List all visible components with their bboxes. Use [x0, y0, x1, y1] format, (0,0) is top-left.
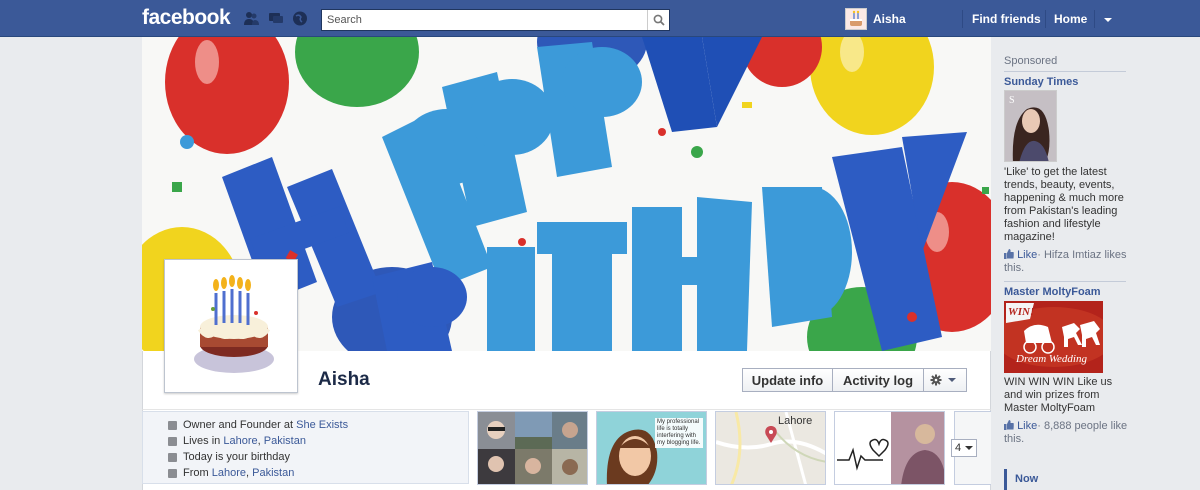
search-button[interactable]	[647, 10, 669, 30]
home-link[interactable]: Home	[1054, 12, 1087, 26]
nav-divider	[1094, 10, 1095, 28]
likes-tile[interactable]	[834, 411, 945, 485]
lives-country-link[interactable]: Pakistan	[264, 435, 306, 447]
work-link[interactable]: She Exists	[296, 419, 348, 431]
settings-dropdown-button[interactable]	[923, 368, 967, 392]
profile-picture[interactable]	[164, 259, 298, 393]
profile-name[interactable]: Aisha	[318, 369, 370, 391]
settings-gear-icon	[930, 374, 956, 386]
from-country-link[interactable]: Pakistan	[252, 467, 294, 479]
about-work: Owner and Founder at She Exists	[168, 418, 348, 432]
birthday-cake-image	[168, 263, 294, 389]
ad2-image-badge: WIN!	[1008, 306, 1035, 318]
sponsored-heading: Sponsored	[1004, 55, 1058, 67]
about-birthday: Today is your birthday	[168, 450, 290, 464]
notes-tile[interactable]: My professional life is totally interfer…	[596, 411, 707, 485]
search-box	[321, 9, 670, 31]
user-nav-profile[interactable]: Aisha	[845, 8, 906, 30]
home-icon	[168, 468, 177, 478]
account-menu-dropdown-icon[interactable]	[1101, 11, 1115, 27]
update-info-button[interactable]: Update info	[742, 368, 833, 392]
about-lives: Lives in Lahore, Pakistan	[168, 434, 306, 448]
about-from: From Lahore, Pakistan	[168, 466, 294, 480]
notes-text: My professional life is totally interfer…	[657, 419, 701, 446]
friends-tile[interactable]	[477, 411, 588, 485]
friends-icon[interactable]	[243, 11, 259, 26]
ad1-image[interactable]: S	[1004, 90, 1057, 162]
more-sections-dropdown[interactable]: 4	[951, 439, 977, 457]
facebook-logo[interactable]: facebook	[142, 6, 231, 30]
notifications-globe-icon[interactable]	[292, 11, 308, 26]
ad2-text: WIN WIN WIN Like us and win prizes from …	[1004, 376, 1113, 414]
ad2-image-caption: Dream Wedding	[1016, 353, 1087, 365]
lives-city-link[interactable]: Lahore	[223, 435, 257, 447]
avatar	[845, 8, 867, 30]
ad2-title[interactable]: Master MoltyFoam	[1004, 286, 1101, 298]
birthday-cake-icon	[850, 10, 862, 26]
map-tile[interactable]: Lahore	[715, 411, 826, 485]
magazine-model-image: S	[1005, 91, 1056, 161]
ad2-like-button[interactable]: Like	[1017, 420, 1037, 432]
house-icon	[168, 436, 177, 446]
divider	[1004, 281, 1126, 282]
like-thumb-icon	[1004, 420, 1014, 430]
nav-divider	[962, 10, 963, 28]
ad1-text: 'Like' to get the latest trends, beauty,…	[1004, 166, 1124, 243]
timeline-now-link[interactable]: Now	[1015, 473, 1038, 485]
activity-log-button[interactable]: Activity log	[832, 368, 924, 392]
ad2-like-line: Like· 8,888 people like this.	[1004, 420, 1128, 445]
ad1-title[interactable]: Sunday Times	[1004, 76, 1078, 88]
ad1-like-line: Like· Hifza Imtiaz likes this.	[1004, 249, 1127, 274]
svg-text:S: S	[1009, 95, 1015, 106]
briefcase-icon	[168, 420, 177, 430]
search-input[interactable]	[322, 10, 642, 30]
cake-icon	[168, 452, 177, 462]
user-name: Aisha	[873, 12, 906, 26]
divider	[1004, 71, 1126, 72]
ad2-image[interactable]: WIN! Dream Wedding	[1004, 301, 1103, 373]
friends-collage-image	[478, 412, 587, 484]
like-thumb-icon	[1004, 249, 1014, 259]
nav-divider	[1045, 10, 1046, 28]
search-icon	[653, 14, 665, 26]
map-city-label: Lahore	[778, 415, 813, 427]
find-friends-link[interactable]: Find friends	[972, 12, 1041, 26]
likes-collage-image	[835, 412, 944, 484]
timeline-now-marker	[1004, 469, 1007, 490]
messages-icon[interactable]	[268, 11, 284, 26]
from-city-link[interactable]: Lahore	[212, 467, 246, 479]
ad1-like-button[interactable]: Like	[1017, 249, 1037, 261]
chevron-down-icon	[965, 446, 974, 450]
about-summary: Owner and Founder at She Exists Lives in…	[142, 411, 469, 484]
